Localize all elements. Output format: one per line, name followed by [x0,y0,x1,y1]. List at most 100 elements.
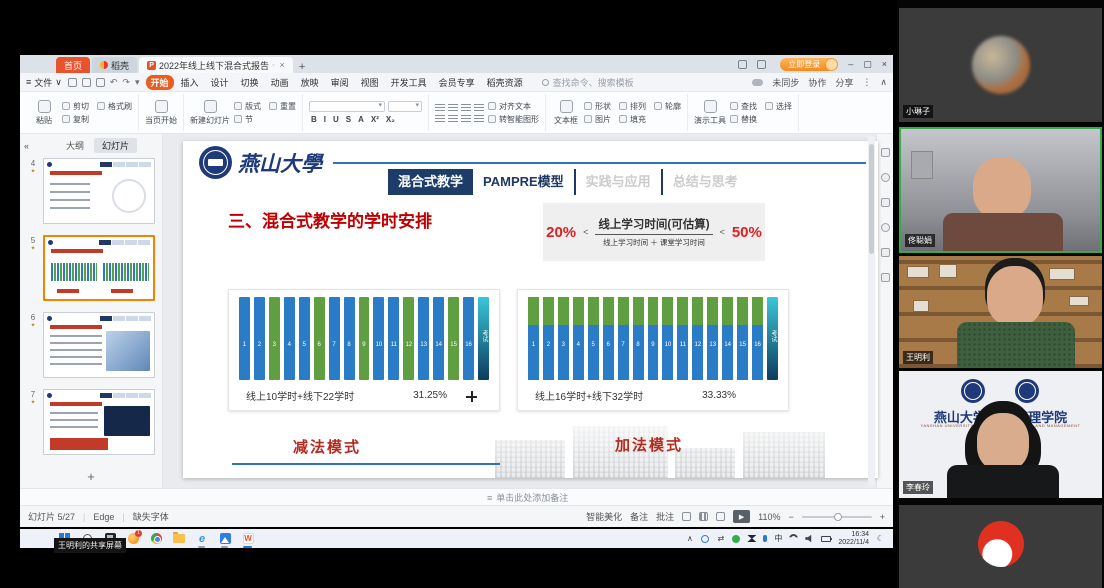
format-button[interactable]: X² [369,115,381,124]
thumbnail-preview[interactable] [43,158,155,224]
font-name-select[interactable] [309,101,385,112]
ribbon-button[interactable]: 选择 [765,101,792,112]
close-button[interactable]: × [882,59,887,69]
participant-tile[interactable]: 燕山大学 经济管理学院YANSHAN UNIVERSITY SCHOOL OF … [899,371,1102,498]
design-icon[interactable] [881,198,890,207]
add-slide-button[interactable]: + [20,469,162,484]
ribbon-button[interactable]: 形状 [584,101,611,112]
list-icon[interactable] [461,114,471,122]
battery-icon[interactable] [821,536,831,542]
ribbon-button[interactable]: 转智能图形 [488,114,539,125]
ribbon-button[interactable]: 排列 [619,101,646,112]
format-button[interactable]: B [309,115,319,124]
file-explorer-icon[interactable] [173,533,185,545]
redo-icon[interactable]: ↷ [122,77,130,88]
participant-tile[interactable]: 佟聪娟 [899,127,1102,253]
close-tab-icon[interactable]: × [280,60,285,70]
menu-item[interactable]: 审阅 [326,75,354,90]
ribbon-button[interactable]: 剪切 [62,101,89,112]
list-icon[interactable] [448,114,458,122]
slide-thumbnail[interactable]: 4✦ [26,158,158,224]
more-tools-icon[interactable] [881,273,890,282]
sync-status[interactable]: 未同步 [772,76,799,89]
undo-icon[interactable]: ↶ [110,77,118,88]
menu-item[interactable]: 设计 [206,75,234,90]
ribbon-button[interactable]: 图片 [584,114,611,125]
align-icon[interactable] [448,103,458,111]
comments-toggle[interactable]: 批注 [656,510,674,523]
ribbon-button[interactable]: 新建幻灯片 [190,100,230,126]
collaborate-button[interactable]: 协作 [808,76,826,89]
chevron-down-icon[interactable]: ▾ [135,77,140,88]
zoom-level[interactable]: 110% [758,512,780,522]
panel-tab[interactable]: 大纲 [58,138,92,153]
tray-expand-icon[interactable]: ∧ [685,534,694,543]
ribbon-button[interactable]: 对齐文本 [488,101,539,112]
slide-5[interactable]: 燕山大學 混合式教学PAMPRE模型实践与应用总结与思考 三、混合式教学的学时安… [183,141,878,478]
menu-item[interactable]: 放映 [296,75,324,90]
menu-item[interactable]: 插入 [176,75,204,90]
menu-item[interactable]: 稻壳资源 [482,75,528,90]
tab-home[interactable]: 首页 [56,57,90,73]
thumbnail-preview[interactable] [43,312,155,378]
menu-item[interactable]: 开始 [146,75,174,90]
share-button[interactable]: 分享 [835,76,853,89]
menu-item[interactable]: 会员专享 [434,75,480,90]
ribbon-button[interactable]: 格式刷 [97,101,132,112]
output-icon[interactable] [82,78,91,87]
vertical-scrollbar[interactable] [868,136,875,486]
slide-thumbnail[interactable]: 7✦ [26,389,158,455]
meeting-icon[interactable] [747,535,756,542]
apps-grid-icon[interactable] [757,60,766,69]
ribbon-button[interactable]: 节 [234,114,261,125]
participant-tile[interactable]: 小琳子 [899,8,1102,122]
beautify-button[interactable]: 智能美化 [586,510,622,523]
participant-tile[interactable]: 王明利 [899,256,1102,368]
helper-icon[interactable] [881,223,890,232]
ribbon-button[interactable]: 填充 [619,114,646,125]
panel-tab[interactable]: 幻灯片 [94,138,137,153]
layout-icon[interactable] [738,60,747,69]
zoom-out-button[interactable]: − [788,512,793,522]
wifi-icon[interactable] [789,534,798,543]
format-button[interactable]: I [322,115,328,124]
menu-item[interactable]: 视图 [356,75,384,90]
command-search[interactable]: 查找命令、搜索模板 [542,76,634,89]
sorter-view-icon[interactable] [699,512,708,521]
night-mode-icon[interactable]: ☾ [876,534,885,543]
file-menu[interactable]: ≡文件∨ [26,76,62,89]
format-button[interactable]: S [344,115,353,124]
ribbon-button[interactable]: 粘贴 [30,100,58,126]
list-icon[interactable] [435,114,445,122]
tab-docer[interactable]: 稻壳 [92,57,137,73]
zoom-slider[interactable] [802,516,872,518]
collapse-ribbon-icon[interactable]: ∧ [880,77,887,88]
align-icon[interactable] [435,103,445,111]
collapse-panel-button[interactable]: « [24,141,29,151]
reading-view-icon[interactable] [716,512,725,521]
slide-thumbnail[interactable]: 5✦ [26,235,158,301]
align-icon[interactable] [461,103,471,111]
menu-item[interactable]: 动画 [266,75,294,90]
ribbon-button[interactable]: 文本框 [552,100,580,126]
tab-document[interactable]: P 2022年线上线下混合式报告 ◦ × [139,57,293,73]
font-size-select[interactable] [388,101,422,112]
print-icon[interactable] [96,78,105,87]
properties-icon[interactable] [881,148,890,157]
login-button[interactable]: 立即登录 [780,58,834,71]
dingtalk-icon[interactable]: 1 [127,533,139,545]
align-icon[interactable] [474,103,484,111]
ie-browser-icon[interactable]: e [196,533,208,545]
notes-bar[interactable]: ≡单击此处添加备注 [20,488,893,505]
zoom-in-button[interactable]: + [880,512,885,522]
list-icon[interactable] [474,114,484,122]
ribbon-button[interactable]: 重置 [269,101,296,112]
speaker-icon[interactable] [805,534,814,543]
minimize-button[interactable]: – [848,59,853,69]
normal-view-icon[interactable] [682,512,691,521]
ribbon-button[interactable]: 替换 [730,114,757,125]
new-tab-button[interactable]: + [299,61,305,73]
ribbon-button[interactable]: 查找 [730,101,757,112]
transfer-icon[interactable]: ⇄ [716,534,725,543]
photos-icon[interactable] [219,533,231,545]
